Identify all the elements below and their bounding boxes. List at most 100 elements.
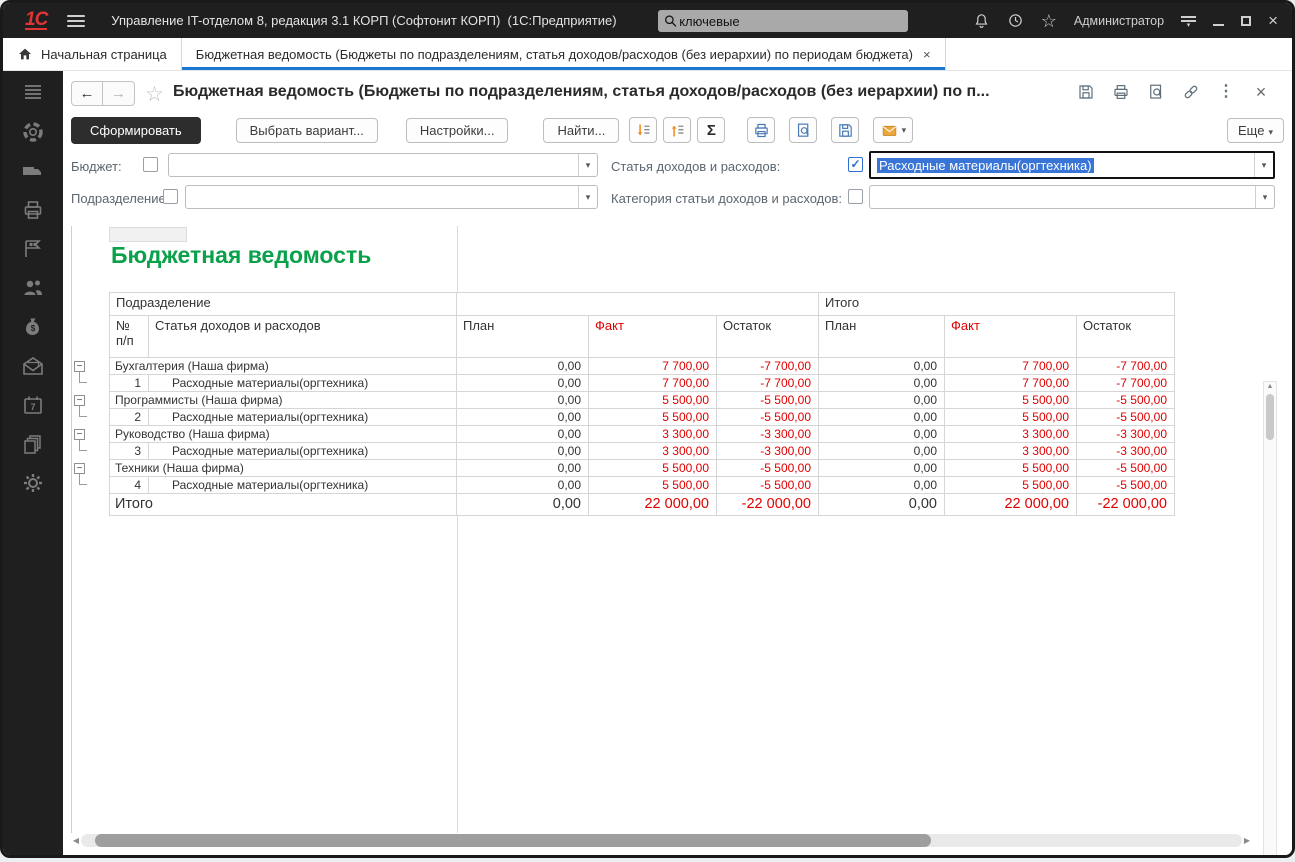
get-link-icon[interactable] bbox=[1182, 83, 1200, 101]
header-department[interactable]: Подразделение bbox=[109, 292, 457, 316]
tab-close-icon[interactable]: × bbox=[923, 47, 931, 62]
cell-total-rest[interactable]: -5 500,00 bbox=[1077, 477, 1175, 494]
find-button[interactable]: Найти... bbox=[543, 118, 619, 143]
cell-total-fact[interactable]: 22 000,00 bbox=[945, 494, 1077, 516]
scroll-up-icon[interactable]: ▲ bbox=[1267, 382, 1274, 392]
collapse-group-button[interactable]: − bbox=[74, 463, 85, 474]
print-button[interactable] bbox=[747, 117, 775, 143]
cell-rest[interactable]: -7 700,00 bbox=[717, 358, 819, 375]
lifebuoy-icon[interactable] bbox=[21, 120, 45, 144]
item-filter-checkbox[interactable]: ✓ bbox=[848, 157, 863, 172]
mail-open-icon[interactable] bbox=[21, 354, 45, 378]
cell-total-plan[interactable]: 0,00 bbox=[819, 494, 945, 516]
scroll-left-icon[interactable]: ◀ bbox=[71, 836, 81, 845]
cell-fact[interactable]: 3 300,00 bbox=[589, 426, 717, 443]
cell-rest[interactable]: -7 700,00 bbox=[717, 375, 819, 392]
collapse-group-button[interactable]: − bbox=[74, 361, 85, 372]
cell-fact[interactable]: 5 500,00 bbox=[589, 477, 717, 494]
truck-icon[interactable] bbox=[21, 159, 45, 183]
header-total-fact[interactable]: Факт bbox=[945, 316, 1077, 358]
collapse-group-button[interactable]: − bbox=[74, 395, 85, 406]
collapse-up-button[interactable] bbox=[663, 117, 691, 143]
total-row-label[interactable]: Итого bbox=[109, 494, 457, 516]
notifications-bell-icon[interactable] bbox=[973, 12, 990, 29]
horizontal-scrollbar[interactable]: ◀ ▶ bbox=[71, 833, 1252, 848]
header-fact[interactable]: Факт bbox=[589, 316, 717, 358]
cell-rest[interactable]: -3 300,00 bbox=[717, 443, 819, 460]
group-row-name[interactable]: Программисты (Наша фирма) bbox=[109, 392, 457, 409]
header-total-plan[interactable]: План bbox=[819, 316, 945, 358]
cell-rest[interactable]: -5 500,00 bbox=[717, 392, 819, 409]
header-total-rest[interactable]: Остаток bbox=[1077, 316, 1175, 358]
group-row-name[interactable]: Руководство (Наша фирма) bbox=[109, 426, 457, 443]
cell-total-plan[interactable]: 0,00 bbox=[819, 358, 945, 375]
budget-filter-combobox[interactable]: ▾ bbox=[168, 153, 598, 177]
row-number[interactable]: 2 bbox=[109, 409, 149, 426]
department-dropdown-icon[interactable]: ▾ bbox=[578, 186, 597, 208]
category-filter-checkbox[interactable] bbox=[848, 189, 863, 204]
maximize-button[interactable] bbox=[1241, 16, 1251, 26]
cell-plan[interactable]: 0,00 bbox=[457, 494, 589, 516]
users-icon[interactable] bbox=[21, 276, 45, 300]
cell-total-rest[interactable]: -7 700,00 bbox=[1077, 358, 1175, 375]
row-number[interactable]: 3 bbox=[109, 443, 149, 460]
budget-dropdown-icon[interactable]: ▾ bbox=[578, 154, 597, 176]
save-icon[interactable] bbox=[1077, 83, 1095, 101]
horizontal-scroll-thumb[interactable] bbox=[95, 834, 931, 847]
cell-plan[interactable]: 0,00 bbox=[457, 443, 589, 460]
cell-rest[interactable]: -5 500,00 bbox=[717, 409, 819, 426]
search-input[interactable] bbox=[677, 13, 902, 30]
cell-total-plan[interactable]: 0,00 bbox=[819, 443, 945, 460]
cell-total-rest[interactable]: -7 700,00 bbox=[1077, 375, 1175, 392]
cell-plan[interactable]: 0,00 bbox=[457, 409, 589, 426]
cell-total-fact[interactable]: 5 500,00 bbox=[945, 409, 1077, 426]
row-number[interactable]: 1 bbox=[109, 375, 149, 392]
cell-plan[interactable]: 0,00 bbox=[457, 375, 589, 392]
budget-filter-checkbox[interactable] bbox=[143, 157, 158, 172]
generate-button[interactable]: Сформировать bbox=[71, 117, 201, 144]
minimize-button[interactable] bbox=[1213, 24, 1224, 26]
history-icon[interactable] bbox=[1007, 12, 1024, 29]
select-variant-button[interactable]: Выбрать вариант... bbox=[236, 118, 378, 143]
cell-total-rest[interactable]: -22 000,00 bbox=[1077, 494, 1175, 516]
nav-forward-button[interactable]: → bbox=[103, 81, 135, 106]
cell-total-rest[interactable]: -3 300,00 bbox=[1077, 426, 1175, 443]
cell-fact[interactable]: 5 500,00 bbox=[589, 409, 717, 426]
group-row-name[interactable]: Техники (Наша фирма) bbox=[109, 460, 457, 477]
form-close-icon[interactable]: × bbox=[1252, 83, 1270, 101]
favorites-star-icon[interactable]: ☆ bbox=[1041, 12, 1057, 30]
cell-total-fact[interactable]: 7 700,00 bbox=[945, 358, 1077, 375]
cell-total-fact[interactable]: 5 500,00 bbox=[945, 460, 1077, 477]
global-search-box[interactable] bbox=[658, 10, 908, 32]
menu-lines-icon[interactable] bbox=[21, 81, 45, 105]
cell-plan[interactable]: 0,00 bbox=[457, 358, 589, 375]
totals-sigma-button[interactable]: Σ bbox=[697, 117, 725, 143]
cell-total-rest[interactable]: -3 300,00 bbox=[1077, 443, 1175, 460]
cell-rest[interactable]: -3 300,00 bbox=[717, 426, 819, 443]
detail-row-name[interactable]: Расходные материалы(оргтехника) bbox=[149, 375, 457, 392]
cell-total-fact[interactable]: 3 300,00 bbox=[945, 426, 1077, 443]
cell-rest[interactable]: -5 500,00 bbox=[717, 460, 819, 477]
cell-fact[interactable]: 7 700,00 bbox=[589, 375, 717, 392]
department-filter-combobox[interactable]: ▾ bbox=[185, 185, 598, 209]
expand-down-button[interactable] bbox=[629, 117, 657, 143]
window-close-button[interactable]: × bbox=[1268, 11, 1278, 31]
cell-total-plan[interactable]: 0,00 bbox=[819, 392, 945, 409]
row-number[interactable]: 4 bbox=[109, 477, 149, 494]
tab-budget-report[interactable]: Бюджетная ведомость (Бюджеты по подразде… bbox=[182, 38, 946, 70]
header-item[interactable]: Статья доходов и расходов bbox=[149, 316, 457, 358]
print-preview-icon[interactable] bbox=[1147, 83, 1165, 101]
add-favorite-star-icon[interactable]: ☆ bbox=[145, 82, 164, 107]
item-filter-combobox[interactable]: Расходные материалы(оргтехника) ▾ bbox=[869, 151, 1275, 179]
cell-total-plan[interactable]: 0,00 bbox=[819, 426, 945, 443]
more-button[interactable]: Еще▾ bbox=[1227, 118, 1284, 143]
nav-back-button[interactable]: ← bbox=[71, 81, 103, 106]
vertical-scrollbar[interactable]: ▲ ▼ bbox=[1263, 381, 1277, 855]
header-num[interactable]: №п/п bbox=[109, 316, 149, 358]
settings-button[interactable]: Настройки... bbox=[406, 118, 509, 143]
header-total-group[interactable]: Итого bbox=[819, 292, 1175, 316]
cell-total-fact[interactable]: 5 500,00 bbox=[945, 392, 1077, 409]
cell-total-fact[interactable]: 3 300,00 bbox=[945, 443, 1077, 460]
tab-home[interactable]: Начальная страница bbox=[3, 38, 182, 70]
cell-total-fact[interactable]: 7 700,00 bbox=[945, 375, 1077, 392]
